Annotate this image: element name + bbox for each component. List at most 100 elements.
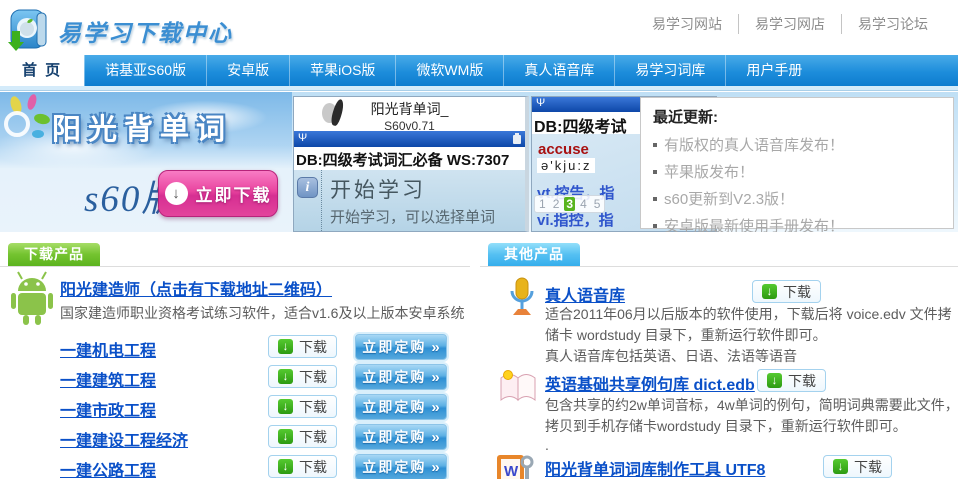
chevron-right-icon: » bbox=[431, 339, 439, 356]
phone1-menu: i 开始学习 开始学习，可以选择单词 bbox=[294, 170, 525, 232]
top-link-forum[interactable]: 易学习论坛 bbox=[841, 14, 944, 34]
chevron-right-icon: » bbox=[431, 369, 439, 386]
banner-download-button[interactable]: ↓ 立即下载 bbox=[158, 170, 278, 217]
order-button[interactable]: 立即定购» bbox=[355, 394, 447, 420]
download-icon: ↓ bbox=[278, 339, 293, 354]
order-button[interactable]: 立即定购» bbox=[355, 364, 447, 390]
android-icon bbox=[8, 270, 56, 331]
product-row: 一建公路工程 ↓下载 立即定购» bbox=[0, 454, 470, 479]
top-link-shop[interactable]: 易学习网店 bbox=[738, 14, 841, 34]
feature-product-desc: 国家建造师职业资格考试练习软件，适合v1.6及以上版本安卓系统 bbox=[60, 303, 464, 323]
bullet-icon bbox=[653, 197, 657, 201]
info-icon: i bbox=[297, 177, 318, 198]
download-icon: ↓ bbox=[278, 429, 293, 444]
logo-bag-icon bbox=[8, 4, 52, 57]
product-row: 一建建设工程经济 ↓下载 立即定购» bbox=[0, 424, 470, 450]
header: 易学习下载中心 易学习网站 易学习网店 易学习论坛 bbox=[0, 0, 958, 55]
page-number: 1 bbox=[537, 197, 548, 211]
product-row: 一建机电工程 ↓下载 立即定购» bbox=[0, 334, 470, 360]
nav-ios[interactable]: 苹果iOS版 bbox=[289, 55, 395, 86]
feature-product-link[interactable]: 阳光建造师（点击有下载地址二维码） bbox=[60, 276, 332, 300]
download-button[interactable]: ↓下载 bbox=[757, 369, 826, 392]
download-button[interactable]: ↓下载 bbox=[823, 455, 892, 478]
menu-item-title: 开始学习 bbox=[330, 174, 426, 204]
product-link[interactable]: 一建建设工程经济 bbox=[60, 427, 188, 451]
book-icon bbox=[497, 368, 539, 409]
nav-manual[interactable]: 用户手册 bbox=[725, 55, 822, 86]
update-item: 有版权的真人语音库发布！ bbox=[653, 131, 941, 158]
chevron-right-icon: » bbox=[431, 399, 439, 416]
other-product-link[interactable]: 阳光背单词词库制作工具 UTF8 bbox=[545, 456, 765, 479]
other-product-desc: 适合2011年06月以后版本的软件使用，下载后将 voice.edv 文件拷 bbox=[545, 304, 952, 324]
download-button[interactable]: ↓下载 bbox=[268, 365, 337, 388]
others-section-tab: 其他产品 bbox=[488, 243, 580, 266]
others-section-header: 其他产品 bbox=[480, 244, 958, 267]
update-item: 安卓版最新使用手册发布！ bbox=[653, 212, 941, 232]
banner: 阳光背单词 s60版 ↓ 立即下载 阳光背单词_ S60v0.71 Ψ DB:四… bbox=[0, 92, 958, 232]
update-item: 苹果版发布！ bbox=[653, 158, 941, 185]
download-button[interactable]: ↓下载 bbox=[268, 425, 337, 448]
page-number: 5 bbox=[592, 197, 603, 211]
antenna-icon: Ψ bbox=[298, 132, 307, 144]
downloads-section-header: 下载产品 bbox=[0, 244, 470, 267]
product-link[interactable]: 一建市政工程 bbox=[60, 397, 156, 421]
other-product-desc: 真人语音库包括英语、日语、法语等语音 bbox=[545, 346, 797, 366]
recent-updates-panel: 最近更新: 有版权的真人语音库发布！ 苹果版发布！ s60更新到V2.3版！ 安… bbox=[640, 97, 954, 229]
nav-dict[interactable]: 易学习词库 bbox=[614, 55, 725, 86]
nav-voice[interactable]: 真人语音库 bbox=[503, 55, 614, 86]
downloads-section-tab: 下载产品 bbox=[8, 243, 100, 266]
other-product-desc: . bbox=[545, 437, 549, 453]
download-icon: ↓ bbox=[767, 373, 782, 388]
updates-title: 最近更新: bbox=[653, 106, 941, 127]
top-link-website[interactable]: 易学习网站 bbox=[636, 14, 738, 34]
product-link[interactable]: 一建建筑工程 bbox=[60, 367, 156, 391]
update-item: s60更新到V2.3版！ bbox=[653, 185, 941, 212]
page-number: 2 bbox=[551, 197, 562, 211]
banner-promo: 阳光背单词 s60版 ↓ 立即下载 bbox=[0, 92, 292, 232]
product-link[interactable]: 一建机电工程 bbox=[60, 337, 156, 361]
download-icon: ↓ bbox=[278, 369, 293, 384]
phone1-statusbar: Ψ bbox=[294, 131, 525, 147]
order-button[interactable]: 立即定购» bbox=[355, 454, 447, 479]
pagination: 1 2 3 4 5 bbox=[534, 195, 605, 213]
bullet-icon bbox=[653, 143, 657, 147]
nav-android[interactable]: 安卓版 bbox=[206, 55, 289, 86]
nav-wm[interactable]: 微软WM版 bbox=[395, 55, 503, 86]
page-number: 4 bbox=[578, 197, 589, 211]
banner-title: 阳光背单词 bbox=[52, 106, 288, 148]
download-icon: ↓ bbox=[762, 284, 777, 299]
bullet-icon bbox=[653, 224, 657, 228]
menu-item-desc: 开始学习，可以选择单词 bbox=[330, 206, 495, 227]
chevron-right-icon: » bbox=[431, 429, 439, 446]
order-button[interactable]: 立即定购» bbox=[355, 334, 447, 360]
download-icon: ↓ bbox=[278, 399, 293, 414]
download-button[interactable]: ↓下载 bbox=[752, 280, 821, 303]
flower-icon bbox=[2, 94, 54, 151]
nav-home[interactable]: 首 页 bbox=[0, 55, 84, 86]
word-phonetic: ə'kju:z bbox=[537, 158, 595, 173]
other-product-desc: 拷贝到手机存储卡wordstudy 目录下，重新运行软件即可。 bbox=[545, 416, 907, 436]
chevron-right-icon: » bbox=[431, 459, 439, 476]
logo-text: 易学习下载中心 bbox=[58, 14, 233, 48]
site-logo[interactable]: 易学习下载中心 bbox=[8, 4, 233, 57]
product-link[interactable]: 一建公路工程 bbox=[60, 457, 156, 479]
download-button[interactable]: ↓下载 bbox=[268, 335, 337, 358]
word-headword: accuse bbox=[538, 141, 589, 158]
antenna-icon: Ψ bbox=[536, 97, 545, 109]
order-button[interactable]: 立即定购» bbox=[355, 424, 447, 450]
download-button[interactable]: ↓下载 bbox=[268, 395, 337, 418]
toolbook-icon: W bbox=[495, 452, 535, 479]
main-nav: 首 页 诺基亚S60版 安卓版 苹果iOS版 微软WM版 真人语音库 易学习词库… bbox=[0, 55, 958, 86]
page-number-active: 3 bbox=[564, 197, 575, 211]
nav-s60[interactable]: 诺基亚S60版 bbox=[84, 55, 206, 86]
page: 易学习下载中心 易学习网站 易学习网店 易学习论坛 首 页 诺基亚S60版 安卓… bbox=[0, 0, 958, 479]
other-product-desc: 包含共享的约2w单词音标，4w单词的例句，简明词典需要此文件，下 bbox=[545, 395, 958, 415]
other-product-desc: 储卡 wordstudy 目录下，重新运行软件即可。 bbox=[545, 325, 827, 345]
product-row: 一建建筑工程 ↓下载 立即定购» bbox=[0, 364, 470, 390]
bullet-icon bbox=[653, 170, 657, 174]
battery-icon bbox=[513, 135, 521, 144]
other-product-link[interactable]: 真人语音库 bbox=[545, 282, 625, 306]
download-button[interactable]: ↓下载 bbox=[268, 455, 337, 478]
other-product-link[interactable]: 英语基础共享例句库 dict.edb bbox=[545, 371, 755, 395]
download-icon: ↓ bbox=[833, 459, 848, 474]
